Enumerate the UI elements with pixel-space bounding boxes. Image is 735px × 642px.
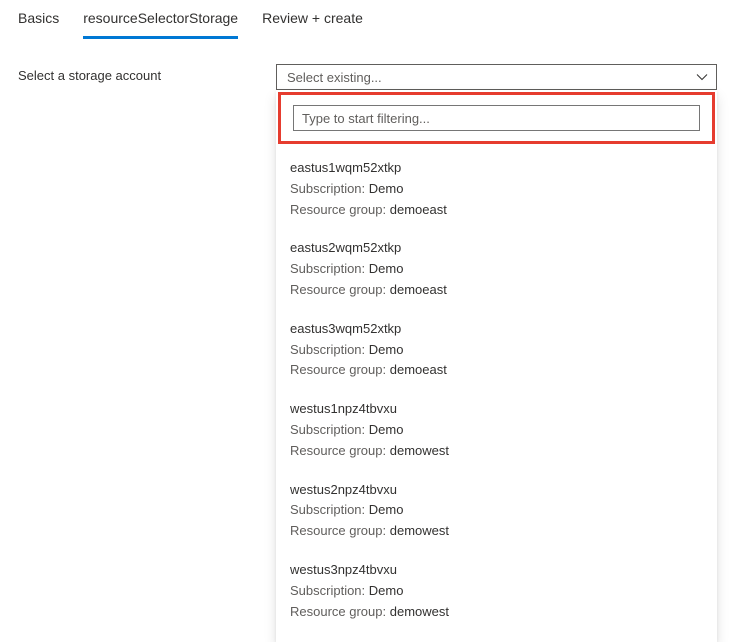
option-subscription: Subscription: Demo [290, 179, 703, 200]
option-subscription: Subscription: Demo [290, 581, 703, 602]
option-subscription: Subscription: Demo [290, 259, 703, 280]
option-resource-group: Resource group: demowest [290, 441, 703, 462]
select-dropdown[interactable]: Select existing... [276, 64, 717, 90]
option-subscription: Subscription: Demo [290, 340, 703, 361]
storage-option[interactable]: eastus3wqm52xtkpSubscription: DemoResour… [276, 311, 717, 391]
storage-option[interactable]: eastus1wqm52xtkpSubscription: DemoResour… [276, 150, 717, 230]
storage-option[interactable]: eastus2wqm52xtkpSubscription: DemoResour… [276, 230, 717, 310]
option-name: westus3npz4tbvxu [290, 560, 703, 581]
tab-review-create[interactable]: Review + create [262, 10, 363, 39]
option-resource-group: Resource group: demoeast [290, 360, 703, 381]
filter-input[interactable] [293, 105, 700, 131]
options-list: eastus1wqm52xtkpSubscription: DemoResour… [276, 146, 717, 642]
option-resource-group: Resource group: demowest [290, 521, 703, 542]
dropdown-panel: eastus1wqm52xtkpSubscription: DemoResour… [276, 90, 717, 642]
option-resource-group: Resource group: demowest [290, 602, 703, 623]
chevron-down-icon [696, 71, 708, 83]
option-subscription: Subscription: Demo [290, 420, 703, 441]
option-name: eastus2wqm52xtkp [290, 238, 703, 259]
storage-option[interactable]: westus2npz4tbvxuSubscription: DemoResour… [276, 472, 717, 552]
storage-option[interactable]: westus1npz4tbvxuSubscription: DemoResour… [276, 391, 717, 471]
option-name: eastus3wqm52xtkp [290, 319, 703, 340]
field-label: Select a storage account [18, 64, 276, 83]
storage-account-selector: Select existing... eastus1wqm52xtkpSubsc… [276, 64, 717, 90]
storage-option[interactable]: westus3npz4tbvxuSubscription: DemoResour… [276, 552, 717, 632]
tabs: Basics resourceSelectorStorage Review + … [0, 0, 735, 40]
filter-highlight [278, 92, 715, 144]
tab-basics[interactable]: Basics [18, 10, 59, 39]
option-resource-group: Resource group: demoeast [290, 200, 703, 221]
tab-resource-selector-storage[interactable]: resourceSelectorStorage [83, 10, 238, 39]
option-subscription: Subscription: Demo [290, 500, 703, 521]
option-resource-group: Resource group: demoeast [290, 280, 703, 301]
option-name: westus2npz4tbvxu [290, 480, 703, 501]
option-name: westus1npz4tbvxu [290, 399, 703, 420]
option-name: eastus1wqm52xtkp [290, 158, 703, 179]
select-placeholder: Select existing... [287, 70, 382, 85]
form-row-storage-account: Select a storage account Select existing… [0, 40, 735, 90]
